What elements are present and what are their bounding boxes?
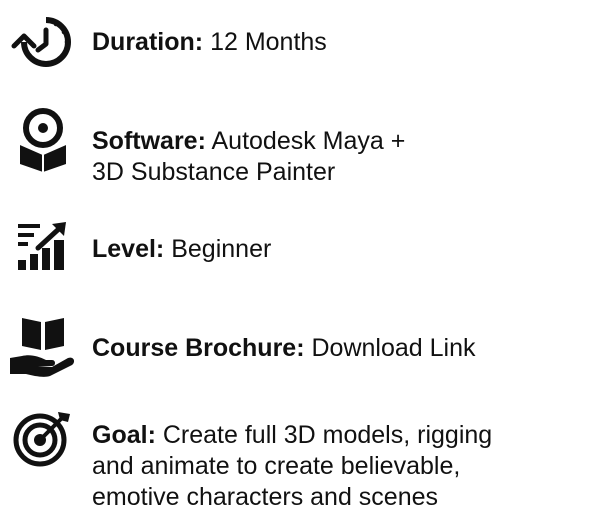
level-value: Beginner	[171, 235, 272, 263]
level-chart-icon	[8, 220, 78, 280]
info-row-level: Level: Beginner	[8, 220, 590, 276]
info-row-brochure: Course Brochure: Download Link	[8, 316, 590, 378]
duration-label: Duration:	[92, 28, 204, 56]
level-label: Level:	[92, 235, 165, 263]
goal-value: Create full 3D models, rigging	[162, 421, 493, 449]
goal-label: Goal:	[92, 421, 156, 449]
clock-rotate-icon	[8, 12, 78, 72]
info-row-software: Software: Autodesk Maya + 3D Substance P…	[8, 108, 590, 188]
info-row-duration: Duration: 12 Months	[8, 12, 590, 72]
target-icon	[8, 408, 78, 468]
duration-value: 12 Months	[210, 28, 327, 56]
info-row-goal: Goal: Create full 3D models, rigging and…	[8, 408, 590, 518]
software-label: Software:	[92, 127, 206, 155]
goal-value-line3: emotive characters and scenes	[92, 483, 439, 511]
brochure-label: Course Brochure:	[92, 334, 305, 362]
brochure-hand-icon	[8, 316, 78, 377]
software-value: Autodesk Maya +	[211, 127, 406, 155]
brochure-download-link[interactable]: Download Link	[312, 334, 476, 362]
software-value-line2: 3D Substance Painter	[92, 158, 336, 186]
goal-value-line2: and animate to create believable,	[92, 452, 461, 480]
software-cube-icon	[8, 108, 78, 172]
